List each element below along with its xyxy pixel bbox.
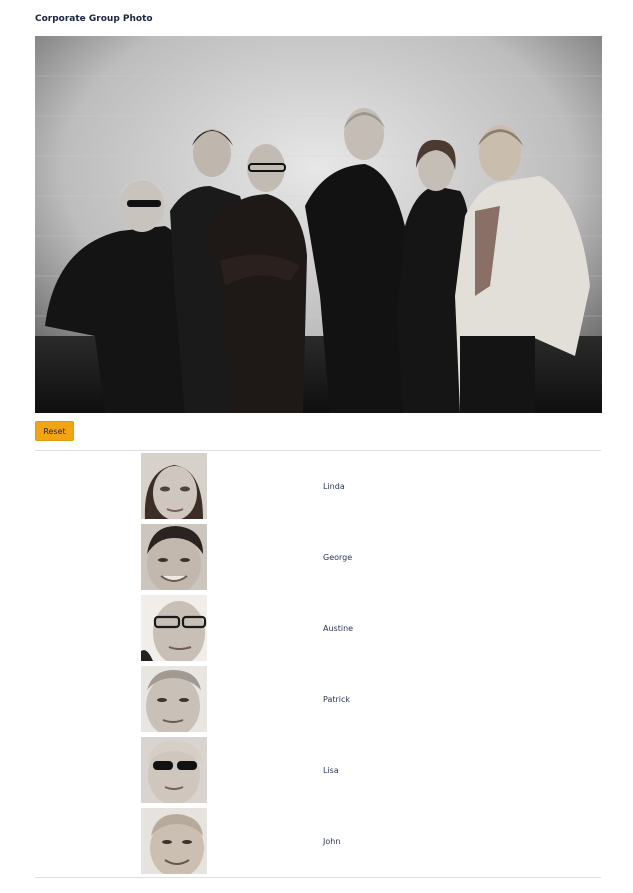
list-item[interactable]: Linda — [35, 453, 601, 519]
person-name: George — [323, 553, 353, 562]
list-bottom-divider — [35, 877, 601, 878]
list-item[interactable]: Lisa — [35, 737, 601, 803]
person-name: Lisa — [323, 766, 339, 775]
group-photo — [35, 36, 602, 413]
avatar[interactable] — [141, 595, 207, 661]
list-item[interactable]: Patrick — [35, 666, 601, 732]
avatar[interactable] — [141, 453, 207, 519]
avatar[interactable] — [141, 666, 207, 732]
person-name: Austine — [323, 624, 354, 633]
reset-button[interactable]: Reset — [35, 421, 74, 441]
avatar[interactable] — [141, 737, 207, 803]
list-item[interactable]: Austine — [35, 595, 601, 661]
person-name: Linda — [323, 482, 345, 491]
page-title: Corporate Group Photo — [35, 14, 153, 24]
list-top-divider — [35, 450, 601, 451]
avatar[interactable] — [141, 524, 207, 590]
avatar[interactable] — [141, 808, 207, 874]
list-item[interactable]: George — [35, 524, 601, 590]
list-item[interactable]: John — [35, 808, 601, 874]
person-name: Patrick — [323, 695, 351, 704]
person-name: John — [323, 837, 341, 846]
